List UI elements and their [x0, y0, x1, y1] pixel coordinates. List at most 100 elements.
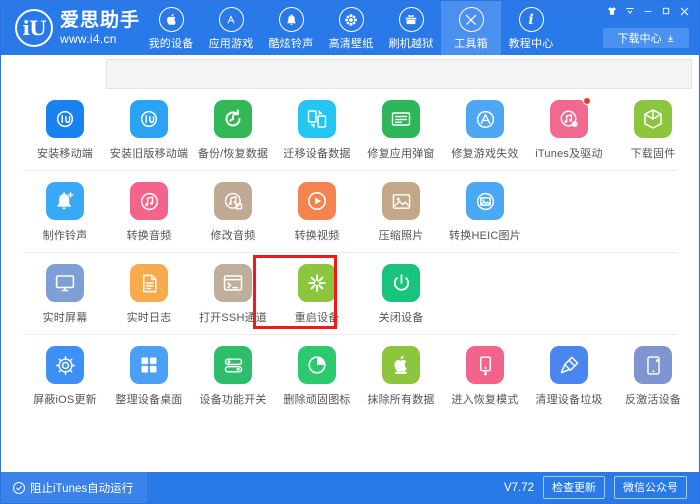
organize-desktop-icon: [130, 346, 168, 384]
main-nav: 我的设备 应用游戏 酷炫铃声 高清壁纸: [141, 1, 561, 55]
download-center-button[interactable]: 下载中心: [603, 28, 689, 48]
tool-label: 删除顽固图标: [283, 391, 350, 407]
tool-block-ios-update[interactable]: 屏蔽iOS更新: [23, 335, 107, 417]
menu-icon[interactable]: [621, 3, 639, 19]
tool-label: 实时屏幕: [43, 309, 88, 325]
nav-item-tutorials[interactable]: i 教程中心: [501, 1, 561, 55]
make-ringtone-icon: [46, 182, 84, 220]
tool-itunes-and-driver[interactable]: iTunes及驱动: [527, 89, 611, 171]
tool-label: iTunes及驱动: [535, 145, 602, 161]
tool-label: 关闭设备: [379, 309, 424, 325]
ssh-terminal-icon: [214, 264, 252, 302]
tool-label: 整理设备桌面: [115, 391, 182, 407]
close-icon[interactable]: [675, 3, 693, 19]
itunes-driver-icon: [550, 100, 588, 138]
nav-item-flash-jailbreak[interactable]: 刷机越狱: [381, 1, 441, 55]
tool-label: 修复应用弹窗: [367, 145, 434, 161]
download-arrow-icon: [666, 34, 675, 43]
brand-name: 爱思助手: [60, 11, 140, 30]
tool-label: 迁移设备数据: [283, 145, 350, 161]
tool-label: 修复游戏失效: [451, 145, 518, 161]
tool-reboot-device[interactable]: 重启设备: [275, 253, 359, 335]
nav-item-my-device[interactable]: 我的设备: [141, 1, 201, 55]
recovery-mode-icon: [466, 346, 504, 384]
erase-all-data-icon: [382, 346, 420, 384]
i4assistant-window: iU 爱思助手 www.i4.cn 我的设备 应用游戏: [0, 0, 700, 504]
bell-icon: [279, 7, 304, 32]
tool-enter-recovery-mode[interactable]: 进入恢复模式: [443, 335, 527, 417]
tool-install-mobile-client[interactable]: 安装移动端: [23, 89, 107, 171]
brand-logo[interactable]: iU 爱思助手 www.i4.cn: [15, 9, 140, 47]
tool-live-screen[interactable]: 实时屏幕: [23, 253, 107, 335]
tool-label: 屏蔽iOS更新: [33, 391, 97, 407]
tool-fix-game-failure[interactable]: 修复游戏失效: [443, 89, 527, 171]
nav-label: 刷机越狱: [389, 35, 434, 51]
nav-item-toolbox[interactable]: 工具箱: [441, 1, 501, 55]
power-off-icon: [382, 264, 420, 302]
brand-url: www.i4.cn: [60, 33, 140, 45]
nav-label: 工具箱: [454, 35, 488, 51]
tool-device-feature-toggle[interactable]: 设备功能开关: [191, 335, 275, 417]
tool-erase-all-data[interactable]: 抹除所有数据: [359, 335, 443, 417]
maximize-icon[interactable]: [657, 3, 675, 19]
compress-photo-icon: [382, 182, 420, 220]
tool-fix-app-popup[interactable]: 修复应用弹窗: [359, 89, 443, 171]
heic-convert-icon: [466, 182, 504, 220]
tool-shutdown-device[interactable]: 关闭设备: [359, 253, 443, 335]
appleid-fix-icon: [382, 100, 420, 138]
tool-download-firmware[interactable]: 下载固件: [611, 89, 695, 171]
flower-icon: [339, 7, 364, 32]
tool-label: 安装移动端: [37, 145, 93, 161]
tool-install-legacy-mobile-client[interactable]: 安装旧版移动端: [107, 89, 191, 171]
nav-label: 我的设备: [149, 35, 194, 51]
tool-organize-device-desktop[interactable]: 整理设备桌面: [107, 335, 191, 417]
tool-row: 制作铃声 转换音频 修改音频 转换视频: [1, 171, 699, 253]
block-itunes-label: 阻止iTunes自动运行: [30, 480, 133, 496]
tool-delete-stubborn-icons[interactable]: 删除顽固图标: [275, 335, 359, 417]
tool-convert-video[interactable]: 转换视频: [275, 171, 359, 253]
toolbox-grid: 安装移动端 安装旧版移动端 备份/恢复数据 迁移设备数据: [1, 89, 699, 472]
tool-compress-photo[interactable]: 压缩照片: [359, 171, 443, 253]
tool-label: 抹除所有数据: [367, 391, 434, 407]
feature-toggle-icon: [214, 346, 252, 384]
migrate-device-icon: [298, 100, 336, 138]
notification-badge: [583, 97, 591, 105]
tool-label: 设备功能开关: [199, 391, 266, 407]
nav-item-ringtones[interactable]: 酷炫铃声: [261, 1, 321, 55]
tool-deactivate-device[interactable]: 反激活设备: [611, 335, 695, 417]
version-label: V7.72: [504, 482, 534, 494]
tool-label: 修改音频: [211, 227, 256, 243]
minimize-icon[interactable]: [639, 3, 657, 19]
tool-row: 实时屏幕 实时日志 打开SSH通道 重启设备: [1, 253, 699, 335]
tool-convert-audio[interactable]: 转换音频: [107, 171, 191, 253]
tool-label: 进入恢复模式: [451, 391, 518, 407]
tool-edit-audio[interactable]: 修改音频: [191, 171, 275, 253]
nav-item-wallpapers[interactable]: 高清壁纸: [321, 1, 381, 55]
info-icon: i: [519, 7, 544, 32]
tool-label: 压缩照片: [379, 227, 424, 243]
tool-row: 屏蔽iOS更新 整理设备桌面 设备功能开关 删除顽固图标: [1, 335, 699, 417]
block-itunes-toggle[interactable]: 阻止iTunes自动运行: [1, 472, 147, 503]
tool-label: 清理设备垃圾: [535, 391, 602, 407]
tool-label: 打开SSH通道: [199, 309, 267, 325]
skin-icon[interactable]: [603, 3, 621, 19]
nav-label: 教程中心: [509, 35, 554, 51]
wechat-official-account-button[interactable]: 微信公众号: [614, 476, 687, 499]
i4-app-icon: [130, 100, 168, 138]
status-bar: 阻止iTunes自动运行 V7.72 检查更新 微信公众号: [1, 472, 699, 503]
nav-item-app-games[interactable]: 应用游戏: [201, 1, 261, 55]
tool-migrate-device-data[interactable]: 迁移设备数据: [275, 89, 359, 171]
tool-label: 安装旧版移动端: [110, 145, 188, 161]
check-circle-icon: [13, 482, 25, 494]
live-log-icon: [130, 264, 168, 302]
tool-open-ssh-tunnel[interactable]: 打开SSH通道: [191, 253, 275, 335]
check-update-button[interactable]: 检查更新: [543, 476, 605, 499]
tool-label: 备份/恢复数据: [198, 145, 268, 161]
tool-clean-device-junk[interactable]: 清理设备垃圾: [527, 335, 611, 417]
tool-make-ringtone[interactable]: 制作铃声: [23, 171, 107, 253]
nav-label: 应用游戏: [209, 35, 254, 51]
tool-live-log[interactable]: 实时日志: [107, 253, 191, 335]
convert-audio-icon: [130, 182, 168, 220]
tool-backup-restore-data[interactable]: 备份/恢复数据: [191, 89, 275, 171]
tool-convert-heic-image[interactable]: 转换HEIC图片: [443, 171, 527, 253]
